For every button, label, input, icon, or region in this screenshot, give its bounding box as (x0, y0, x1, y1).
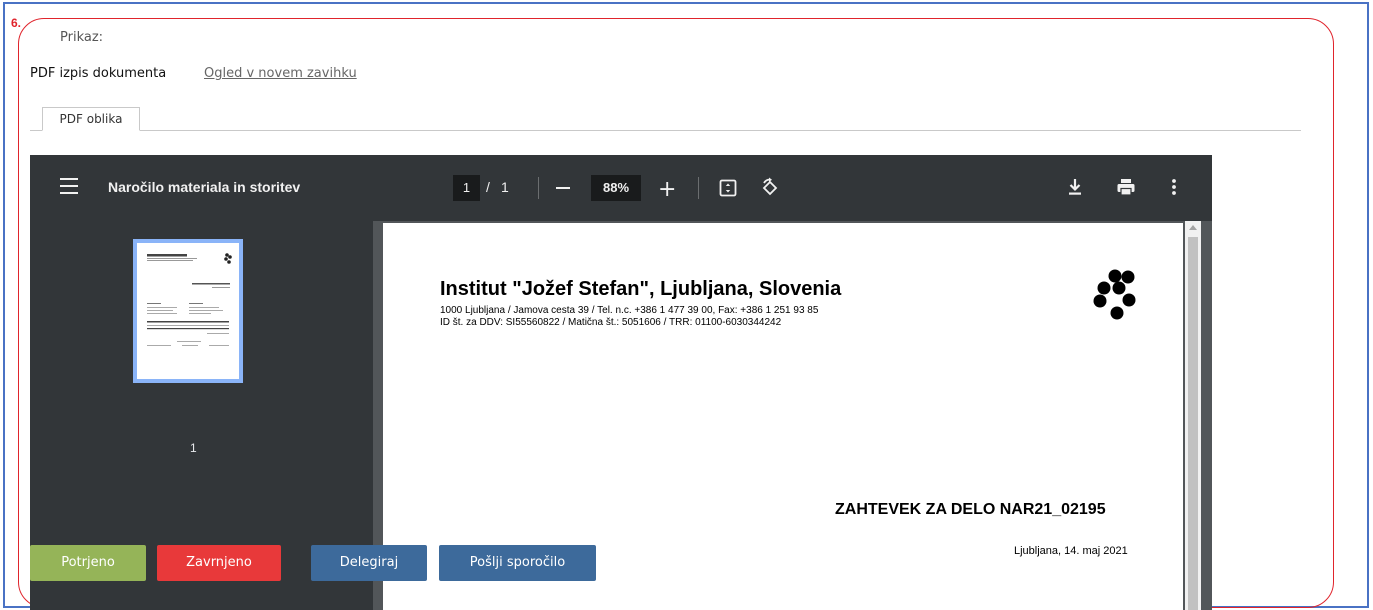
more-vert-icon[interactable] (1170, 177, 1178, 202)
pdf-viewer: Naročilo materiala in storitev 1 / 1 88%… (30, 155, 1212, 610)
tabs-divider (30, 130, 1301, 131)
zoom-in-icon[interactable]: + (658, 177, 676, 202)
zoom-out-icon[interactable] (556, 187, 570, 189)
scroll-up-arrow-icon[interactable] (1189, 225, 1197, 230)
institution-logo (1091, 268, 1137, 333)
document-title: Naročilo materiala in storitev (108, 179, 301, 195)
thumbnail-page-number: 1 (190, 441, 197, 455)
toolbar-divider (698, 177, 699, 199)
page-number-input[interactable]: 1 (453, 175, 480, 201)
page-total: 1 (501, 179, 509, 195)
send-message-button[interactable]: Pošlji sporočilo (439, 545, 596, 581)
pdf-output-label: PDF izpis dokumenta (30, 66, 167, 81)
fit-page-icon[interactable] (718, 178, 738, 203)
rotate-icon[interactable] (758, 176, 782, 205)
page-thumbnail[interactable] (133, 239, 243, 383)
page-separator: / (486, 179, 490, 195)
annotation-step-number: 6. (11, 16, 22, 30)
delegate-button[interactable]: Delegiraj (311, 545, 427, 581)
toolbar-divider (538, 177, 539, 199)
scrollbar-thumb[interactable] (1188, 237, 1198, 610)
tab-pdf-oblika[interactable]: PDF oblika (42, 107, 140, 131)
confirm-button[interactable]: Potrjeno (30, 545, 146, 581)
reject-button[interactable]: Zavrnjeno (157, 545, 281, 581)
institution-name: Institut "Jožef Stefan", Ljubljana, Slov… (440, 278, 842, 300)
menu-icon[interactable] (60, 178, 78, 198)
zoom-level-input[interactable]: 88% (591, 175, 641, 201)
institution-address: 1000 Ljubljana / Jamova cesta 39 / Tel. … (440, 305, 819, 316)
print-icon[interactable] (1116, 177, 1136, 202)
request-date: Ljubljana, 14. maj 2021 (1014, 545, 1128, 557)
institution-ids: ID št. za DDV: SI55560822 / Matična št.:… (440, 317, 782, 328)
section-label: Prikaz: (60, 30, 104, 45)
pdf-viewer-toolbar: Naročilo materiala in storitev 1 / 1 88%… (30, 155, 1212, 221)
download-icon[interactable] (1066, 177, 1084, 202)
open-in-new-tab-link[interactable]: Ogled v novem zavihku (204, 66, 357, 81)
request-title: ZAHTEVEK ZA DELO NAR21_02195 (835, 501, 1106, 518)
